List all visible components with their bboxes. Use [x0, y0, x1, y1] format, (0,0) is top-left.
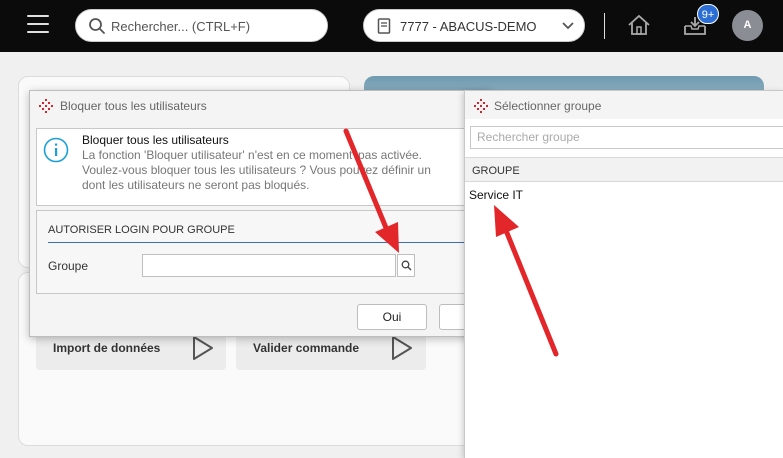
annotation-arrow-to-lookup — [343, 128, 399, 253]
annotation-arrows — [343, 128, 559, 357]
annotation-arrow-to-service-it — [494, 205, 559, 357]
